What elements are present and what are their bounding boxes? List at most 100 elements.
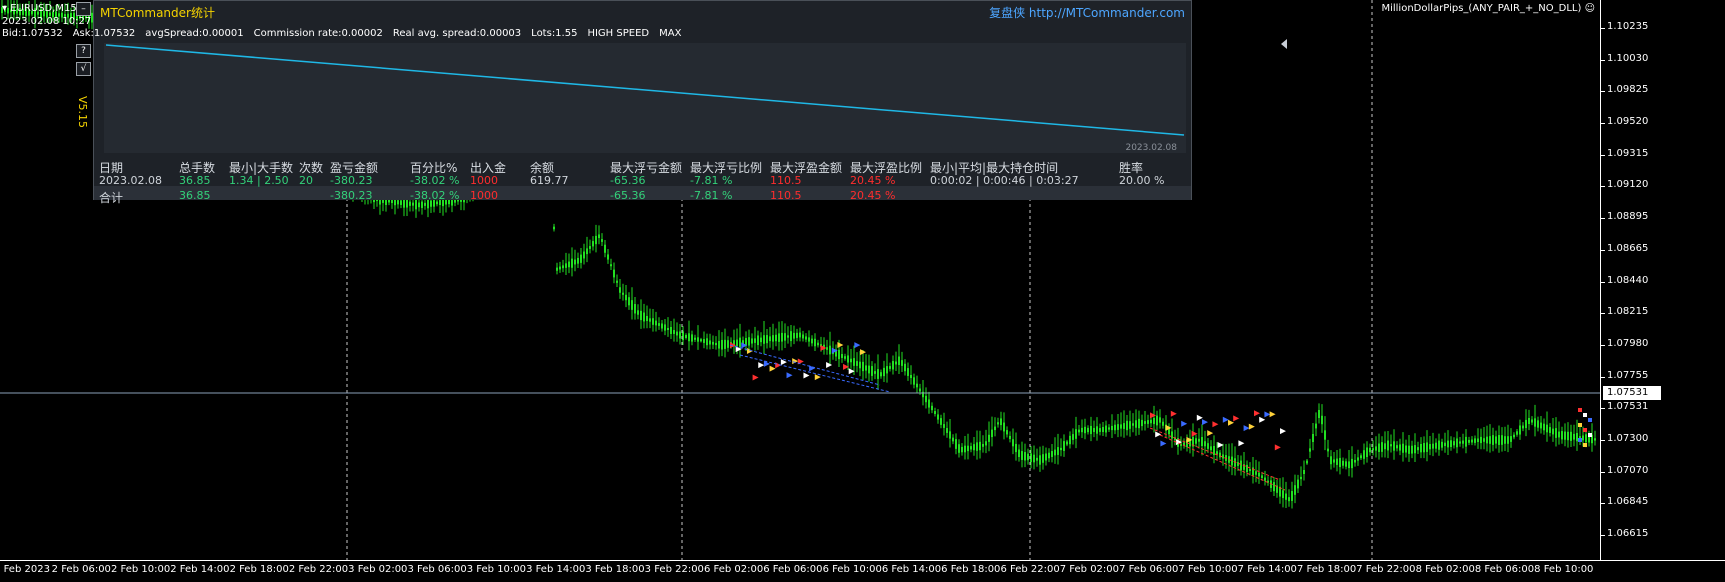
candle-body	[895, 361, 897, 365]
candle-body	[616, 280, 618, 283]
candle-body	[1459, 441, 1461, 444]
stats-header-6: 出入金	[470, 161, 507, 175]
candle-body	[757, 335, 759, 346]
candle-body	[811, 338, 813, 344]
trade-marker	[1212, 421, 1219, 428]
candle-body	[1543, 423, 1545, 431]
candle-body	[814, 338, 816, 347]
time-label: 7 Feb 18:00	[1296, 564, 1357, 575]
candle-body	[970, 446, 972, 450]
candle-body	[586, 248, 588, 255]
candle-body	[1489, 436, 1491, 444]
candle-body	[838, 349, 840, 360]
candle-body	[1048, 452, 1050, 459]
candle-body	[859, 361, 861, 369]
candle-body	[397, 200, 399, 205]
candle-body	[565, 263, 567, 268]
candle-body	[1090, 425, 1092, 435]
candle-body	[763, 335, 765, 344]
price-tick	[1601, 281, 1605, 283]
speed-text: HIGH SPEED	[587, 28, 650, 39]
totals-total-lots: 36.85	[179, 189, 211, 202]
mtcommander-link[interactable]: 复盘侠 http://MTCommander.com	[989, 4, 1185, 21]
candle-body	[880, 372, 882, 377]
candle-body	[1300, 476, 1302, 480]
candle-body	[1534, 418, 1536, 427]
candle-body	[868, 365, 870, 374]
totals-max-float-loss: -65.36	[610, 189, 646, 202]
stats-header-13: 胜率	[1119, 161, 1144, 175]
ticker-bar: Bid:1.07532 Ask:1.07532 avgSpread:0.00001 C…	[2, 28, 691, 39]
avg-spread-text: avgSpread:0.00001	[145, 28, 244, 39]
candle-body	[1054, 449, 1056, 456]
candle-body	[1150, 419, 1152, 424]
candle-body	[826, 347, 828, 350]
candle-body	[1369, 447, 1371, 453]
price-label: 1.09825	[1607, 84, 1649, 96]
candle-body	[1474, 438, 1476, 443]
price-tick	[1601, 123, 1605, 125]
candle-body	[1576, 433, 1578, 442]
minimize-button[interactable]: –	[76, 2, 91, 16]
price-tick	[1601, 376, 1605, 378]
candle-body	[1294, 485, 1296, 495]
candle-body	[610, 264, 612, 267]
trade-marker	[1578, 423, 1582, 427]
help-button[interactable]: ?	[76, 44, 91, 58]
stats-header-1: 总手数	[179, 161, 216, 175]
totals-pnl: -380.23	[330, 189, 373, 202]
candle-body	[1051, 451, 1053, 457]
current-price-tag: 1.07531	[1603, 386, 1661, 400]
totals-deposit: 1000	[470, 189, 498, 202]
candle-body	[955, 439, 957, 449]
candle-body	[1570, 431, 1572, 441]
candle-body	[1426, 442, 1428, 452]
trade-marker	[1248, 423, 1255, 430]
collapse-triangle-icon[interactable]: ▾	[2, 3, 7, 14]
candle-body	[1441, 441, 1443, 448]
candle-body	[1261, 475, 1263, 478]
candle-body	[1000, 418, 1002, 426]
candle-body	[1333, 459, 1335, 463]
candle-body	[676, 331, 678, 336]
candle-body	[673, 330, 675, 334]
candle-body	[1540, 422, 1542, 429]
time-label: 3 Feb 18:00	[585, 564, 645, 575]
collapse-arrow-icon[interactable]	[1281, 39, 1287, 49]
candle-body	[640, 310, 642, 321]
price-label: 1.08665	[1607, 242, 1649, 254]
candle-body	[991, 429, 993, 438]
time-label: 3 Feb 02:00	[348, 564, 408, 575]
candle-body	[574, 259, 576, 265]
candle-body	[862, 361, 864, 372]
price-label: 1.09120	[1607, 179, 1649, 191]
candle-body	[1387, 440, 1389, 451]
candle-body	[1057, 447, 1059, 455]
candle-body	[1060, 447, 1062, 451]
candle-body	[877, 369, 879, 379]
candle-body	[850, 358, 852, 363]
stats-header-7: 余额	[530, 161, 555, 175]
symbol-label: EURUSD,M15	[10, 3, 77, 14]
candle-body	[1384, 443, 1386, 450]
price-label: 1.09520	[1607, 116, 1649, 128]
price-tick	[1601, 439, 1605, 441]
candle-body	[661, 323, 663, 329]
candle-body	[1456, 438, 1458, 448]
candle-body	[1435, 442, 1437, 449]
candle-body	[1084, 426, 1086, 434]
candle-body	[589, 246, 591, 249]
candle-body	[1258, 472, 1260, 477]
candle-body	[1357, 457, 1359, 461]
check-button[interactable]: √	[76, 62, 91, 76]
stats-header-0: 日期	[99, 161, 124, 175]
candle-body	[967, 445, 969, 452]
candle-body	[424, 202, 426, 206]
candle-body	[1468, 439, 1470, 443]
candle-body	[817, 342, 819, 346]
candle-body	[1366, 447, 1368, 458]
candle-body	[658, 323, 660, 326]
candle-body	[703, 339, 705, 343]
candle-body	[946, 428, 948, 433]
time-label: 3 Feb 14:00	[526, 564, 586, 575]
